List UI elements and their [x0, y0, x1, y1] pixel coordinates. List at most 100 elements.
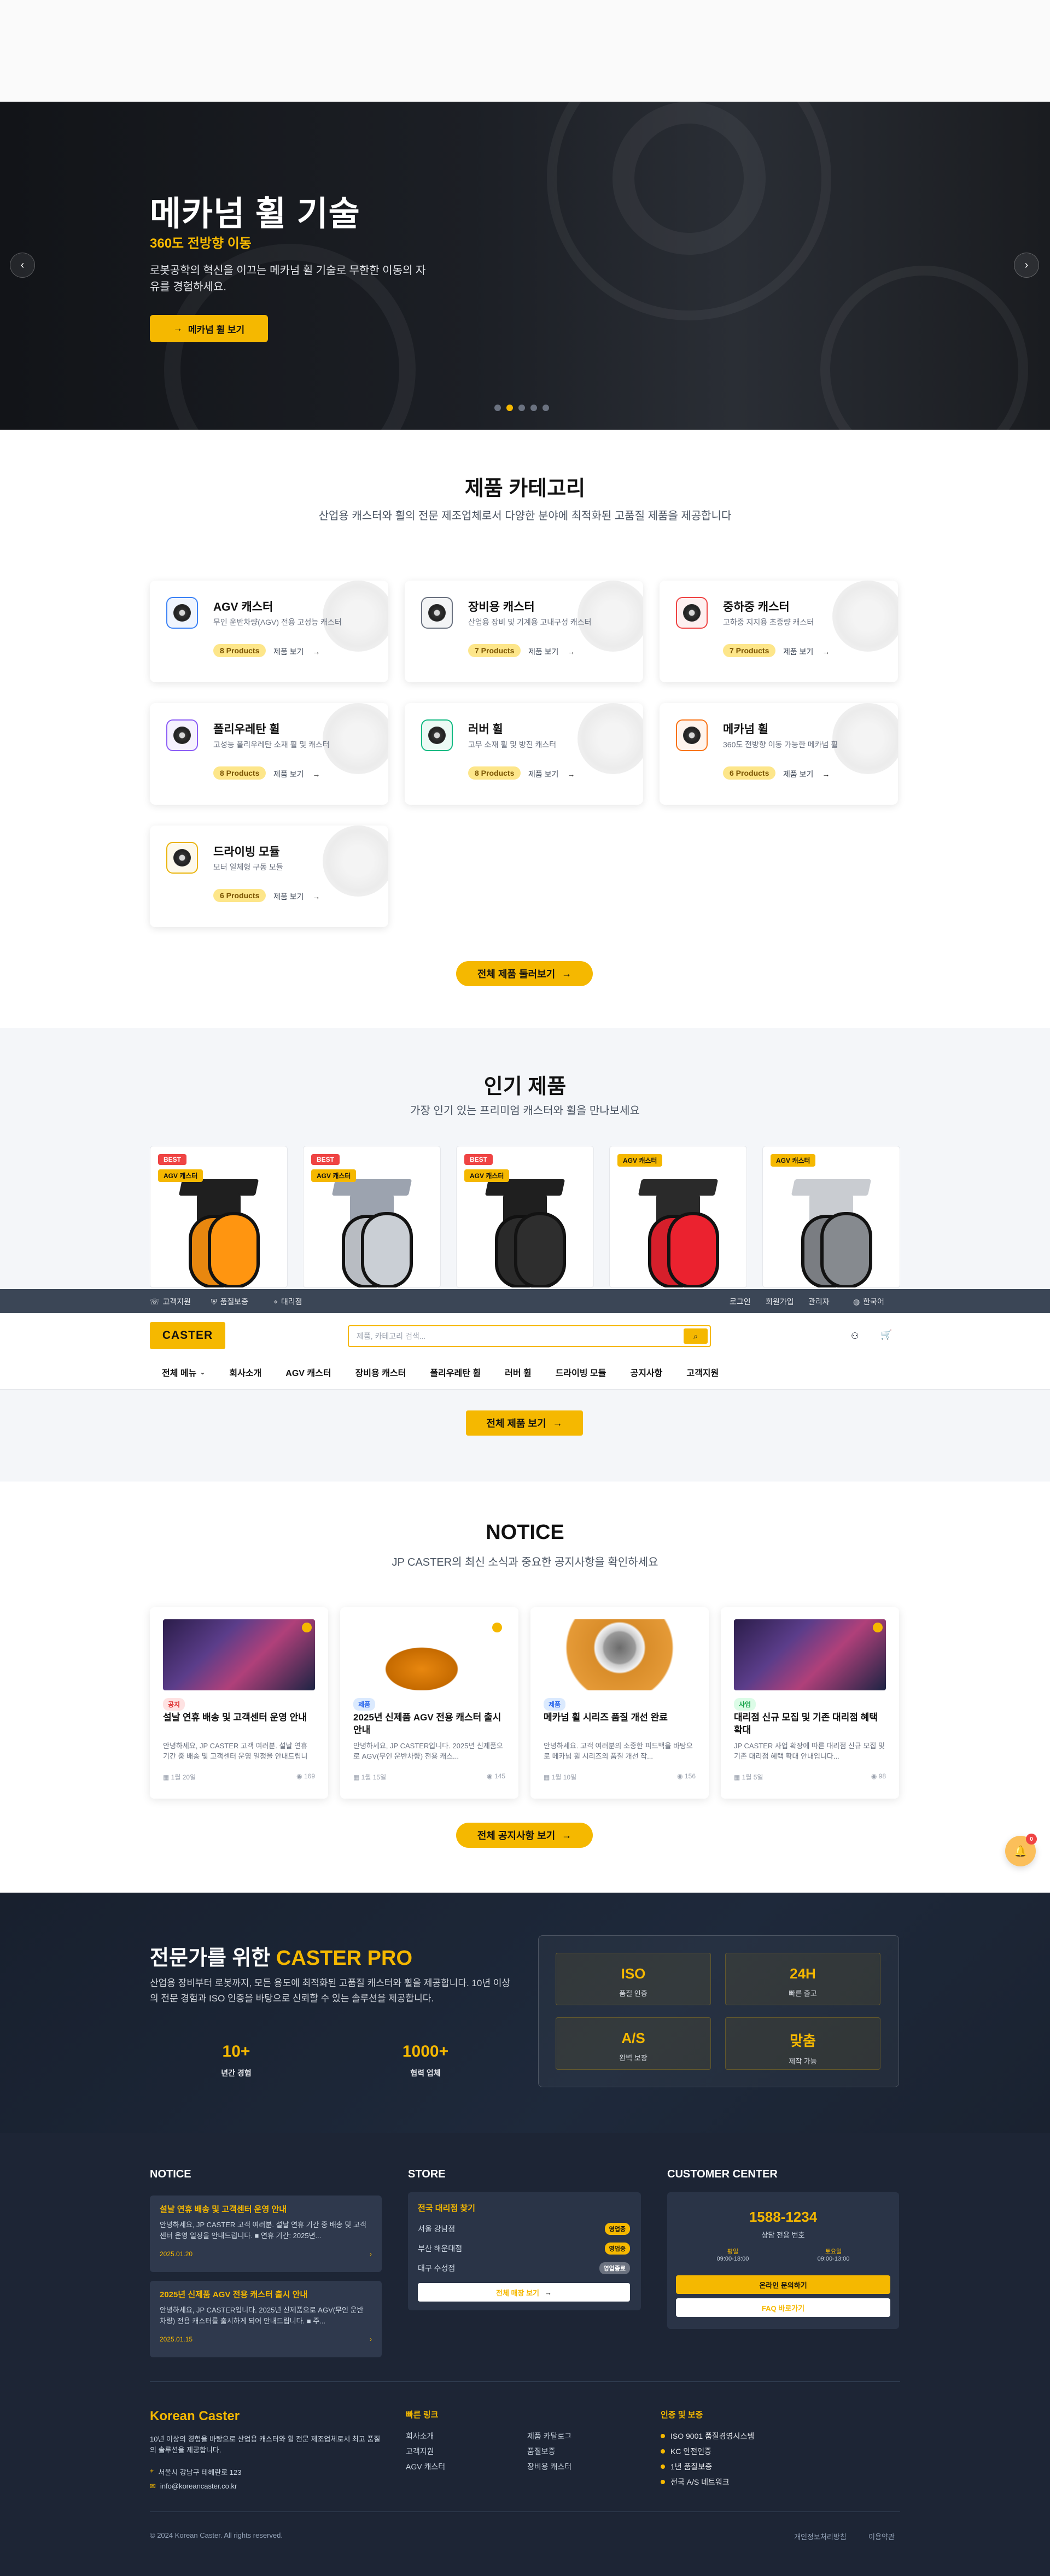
util-quality-guarantee[interactable]: ⛨ 품질보증	[211, 1296, 248, 1307]
category-card[interactable]: 러버 휠 고무 소재 휠 및 방진 캐스터 8 Products 제품 보기 →	[405, 703, 643, 805]
category-view-link[interactable]: 제품 보기 →	[273, 769, 320, 780]
hero-dot[interactable]	[518, 405, 525, 411]
notice-card-body: 안녕하세요. 고객 여러분의 소중한 피드백을 바탕으로 메카넘 휠 시리즈의 …	[544, 1742, 693, 1760]
footer-link[interactable]: 품질보증	[527, 2446, 556, 2457]
nav-item[interactable]: 고객지원	[674, 1365, 731, 1380]
terms-link[interactable]: 이용약관	[868, 2531, 895, 2542]
notice-date-text: 1월 15일	[361, 1773, 387, 1781]
util-dealer[interactable]: ⌖ 대리점	[273, 1296, 302, 1307]
footer-link[interactable]: AGV 캐스터	[406, 2461, 445, 2472]
chevron-right-icon: ›	[1024, 259, 1029, 271]
search-button[interactable]: ⌕	[684, 1328, 708, 1344]
product-card[interactable]: AGV 캐스터	[609, 1146, 747, 1288]
category-view-label: 제품 보기	[783, 647, 814, 656]
product-card[interactable]: AGV 캐스터	[762, 1146, 900, 1288]
footer-notice-item[interactable]: 설날 연휴 배송 및 고객센터 운영 안내 안녕하세요, JP CASTER 고…	[150, 2196, 382, 2272]
site-logo[interactable]: CASTER	[150, 1322, 225, 1349]
user-icon[interactable]: ⚇	[851, 1331, 859, 1342]
store-row[interactable]: 서울 강남점 영업중	[418, 2223, 630, 2235]
footer-link[interactable]: 장비용 캐스터	[527, 2461, 571, 2472]
notice-views: ◉ 145	[487, 1772, 505, 1782]
privacy-link[interactable]: 개인정보처리방침	[794, 2531, 847, 2542]
nav-item[interactable]: 드라이빙 모듈	[544, 1365, 619, 1380]
util-language[interactable]: ◍ 한국어	[853, 1296, 884, 1307]
category-name: 폴리우레탄 휠	[213, 723, 280, 736]
search-input[interactable]	[357, 1332, 663, 1340]
category-card[interactable]: 메카넘 휠 360도 전방향 이동 가능한 메카넘 휠 6 Products 제품 보…	[660, 703, 898, 805]
all-notices-button[interactable]: 전체 공지사항 보기 →	[456, 1823, 593, 1848]
category-card[interactable]: AGV 캐스터 무인 운반차량(AGV) 전용 고성능 캐스터 8 Products…	[150, 581, 388, 682]
cart-icon[interactable]: 🛒	[880, 1330, 892, 1340]
floating-notification-button[interactable]: 🔔 0	[1005, 1834, 1037, 1866]
nav-item[interactable]: 장비용 캐스터	[343, 1365, 418, 1380]
cert-label: ISO 9001 품질경영시스템	[670, 2432, 755, 2440]
notice-card[interactable]: 사업 대리점 신규 모집 및 기존 대리점 혜택 확대 JP CASTER 사업 확…	[721, 1607, 899, 1799]
notice-card[interactable]: 공지 설날 연휴 배송 및 고객센터 운영 안내 안녕하세요, JP CASTER …	[150, 1607, 328, 1799]
util-admin[interactable]: 관리자	[808, 1296, 830, 1307]
category-caster-icon	[421, 597, 453, 629]
nav-item[interactable]: 폴리우레탄 휠	[418, 1365, 493, 1380]
category-card[interactable]: 드라이빙 모듈 모터 일체형 구동 모듈 6 Products 제품 보기 →	[150, 826, 388, 927]
store-row[interactable]: 부산 해운대점 영업중	[418, 2243, 630, 2255]
util-customer-support[interactable]: ☏ 고객지원	[150, 1296, 191, 1307]
footer-brand: Korean Caster	[150, 2409, 240, 2423]
category-view-link[interactable]: 제품 보기 →	[273, 891, 320, 902]
category-count-badge: 8 Products	[213, 766, 266, 780]
util-login[interactable]: 로그인	[730, 1296, 751, 1307]
notice-views-text: 98	[878, 1772, 886, 1780]
notice-card[interactable]: 제품 2025년 신제품 AGV 전용 캐스터 출시 안내 안녕하세요, JP CA…	[340, 1607, 518, 1799]
hero-prev-button[interactable]: ‹	[10, 253, 35, 278]
footer-notice-item[interactable]: 2025년 신제품 AGV 전용 캐스터 출시 안내 안녕하세요, JP CAS…	[150, 2281, 382, 2357]
notice-card-title: 2025년 신제품 AGV 전용 캐스터 출시 안내	[353, 1712, 501, 1735]
footer-link[interactable]: 제품 카탈로그	[527, 2431, 571, 2442]
util-signup[interactable]: 회원가입	[766, 1296, 794, 1307]
footer-email[interactable]: ✉ info@koreancaster.co.kr	[150, 2482, 237, 2491]
category-view-link[interactable]: 제품 보기 →	[528, 646, 575, 657]
product-card[interactable]: BEST AGV 캐스터	[303, 1146, 441, 1288]
category-card[interactable]: 폴리우레탄 휠 고성능 폴리우레탄 소재 휠 및 캐스터 8 Products 제품 …	[150, 703, 388, 805]
stat-partners: 1000+ 협력 업체	[393, 2042, 458, 2079]
all-products-button[interactable]: 전체 제품 보기 →	[466, 1410, 583, 1436]
notice-image	[163, 1619, 315, 1690]
nav-item[interactable]: 공지사항	[618, 1365, 674, 1380]
pro-cell-label: 품질 인증	[619, 1989, 648, 1998]
category-card[interactable]: 중하중 캐스터 고하중 지지용 초중량 캐스터 7 Products 제품 보기 →	[660, 581, 898, 682]
footer-link[interactable]: 고객지원	[406, 2446, 434, 2457]
hero-dot[interactable]	[506, 405, 513, 411]
product-category-badge: AGV 캐스터	[617, 1154, 663, 1167]
all-products-browse-button[interactable]: 전체 제품 둘러보기 →	[456, 961, 593, 986]
hero-dot[interactable]	[530, 405, 537, 411]
notice-card[interactable]: 제품 메카넘 휠 시리즈 품질 개선 완료 안녕하세요. 고객 여러분의 소중한 피…	[530, 1607, 709, 1799]
online-inquiry-button[interactable]: 온라인 문의하기	[676, 2275, 890, 2294]
store-row[interactable]: 대구 수성점 영업종료	[418, 2262, 630, 2274]
category-caster-icon	[166, 842, 198, 874]
hero-next-button[interactable]: ›	[1014, 253, 1039, 278]
product-card[interactable]: BEST AGV 캐스터	[456, 1146, 594, 1288]
store-name: 대구 수성점	[418, 2264, 456, 2273]
all-stores-button[interactable]: 전체 매장 보기 →	[418, 2283, 630, 2302]
faq-button[interactable]: FAQ 바로가기	[676, 2298, 890, 2317]
nav-item[interactable]: 전체 메뉴 ⌄	[150, 1365, 217, 1380]
nav-item-label: 폴리우레탄 휠	[430, 1369, 481, 1378]
category-count-badge: 8 Products	[213, 644, 266, 657]
cert-title: 인증 및 보증	[661, 2410, 703, 2420]
category-caster-icon	[166, 719, 198, 751]
hero-gear-decoration	[820, 266, 1028, 430]
footer-link[interactable]: 회사소개	[406, 2431, 434, 2442]
nav-item[interactable]: 러버 휠	[493, 1365, 544, 1380]
category-view-link[interactable]: 제품 보기 →	[528, 769, 575, 780]
product-card[interactable]: BEST AGV 캐스터	[150, 1146, 288, 1288]
category-card[interactable]: 장비용 캐스터 산업용 장비 및 기계용 고내구성 캐스터 7 Products 제품…	[405, 581, 643, 682]
nav-item[interactable]: 회사소개	[217, 1365, 273, 1380]
hero-cta-button[interactable]: → 메카넘 휠 보기	[150, 315, 268, 342]
category-view-link[interactable]: 제품 보기 →	[783, 769, 830, 780]
pro-description: 산업용 장비부터 로봇까지, 모든 용도에 최적화된 고품질 캐스터와 휠을 제…	[150, 1978, 510, 2004]
hero-dot[interactable]	[542, 405, 549, 411]
category-name: 러버 휠	[468, 723, 503, 736]
category-view-link[interactable]: 제품 보기 →	[273, 646, 320, 657]
nav-item[interactable]: AGV 캐스터	[273, 1365, 343, 1380]
all-products-label: 전체 제품 보기	[486, 1418, 546, 1429]
notice-views: ◉ 98	[871, 1772, 886, 1782]
category-view-link[interactable]: 제품 보기 →	[783, 646, 830, 657]
hero-dot[interactable]	[494, 405, 501, 411]
